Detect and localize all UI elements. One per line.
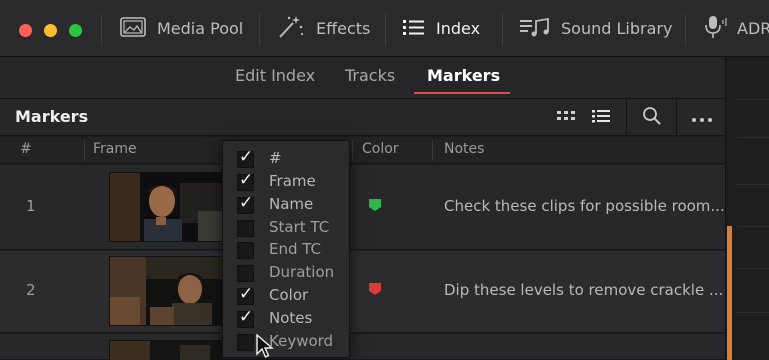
checkbox[interactable] bbox=[237, 265, 254, 282]
table-column-header: # Frame Color Notes bbox=[0, 137, 725, 164]
menu-item-label: Notes bbox=[269, 309, 313, 327]
marker-frame-thumbnail[interactable] bbox=[109, 340, 225, 360]
header-divider bbox=[676, 99, 677, 136]
side-divider bbox=[737, 268, 769, 269]
search-button[interactable] bbox=[634, 99, 670, 136]
menu-item-label: # bbox=[269, 149, 282, 167]
menu-item-label: Start TC bbox=[269, 218, 330, 236]
menu-item-duration[interactable]: Duration bbox=[223, 262, 351, 284]
column-visibility-menu: ✓ # ✓ Frame ✓ Name Start TC End TC Durat… bbox=[222, 140, 350, 358]
close-window-button[interactable] bbox=[19, 24, 32, 37]
toolbar-index-label: Index bbox=[436, 19, 481, 38]
column-divider[interactable] bbox=[432, 140, 433, 161]
more-options-icon bbox=[691, 108, 713, 127]
menu-item-keyword[interactable]: Keyword bbox=[223, 331, 351, 353]
toolbar-sound-library-label: Sound Library bbox=[561, 19, 673, 38]
header-divider bbox=[626, 99, 627, 136]
menu-item-end-tc[interactable]: End TC bbox=[223, 239, 351, 261]
tab-edit-index[interactable]: Edit Index bbox=[235, 57, 315, 99]
toolbar-divider bbox=[685, 14, 686, 46]
grid-view-button[interactable] bbox=[549, 99, 583, 136]
row-number: 1 bbox=[26, 197, 36, 215]
marker-frame-thumbnail[interactable] bbox=[109, 256, 225, 326]
toolbar-divider bbox=[259, 14, 260, 46]
marker-frame-thumbnail[interactable] bbox=[109, 172, 225, 242]
side-divider bbox=[737, 137, 769, 138]
column-divider[interactable] bbox=[84, 140, 85, 161]
more-options-button[interactable] bbox=[683, 99, 721, 136]
microphone-icon bbox=[703, 14, 729, 44]
side-divider bbox=[737, 99, 769, 100]
effects-wand-icon bbox=[276, 14, 306, 44]
table-row[interactable]: 2 Dip these levels to remove crackle ... bbox=[0, 251, 725, 333]
markers-panel-header: Markers bbox=[0, 99, 725, 136]
menu-item-frame[interactable]: ✓ Frame bbox=[223, 170, 351, 193]
menu-item-label: Color bbox=[269, 286, 309, 304]
media-pool-icon bbox=[119, 16, 147, 42]
toolbar-effects-label: Effects bbox=[316, 19, 371, 38]
menu-item-notes[interactable]: ✓ Notes bbox=[223, 307, 351, 330]
tab-tracks[interactable]: Tracks bbox=[345, 57, 395, 99]
checkmark-icon: ✓ bbox=[239, 193, 254, 213]
list-view-button[interactable] bbox=[584, 99, 618, 136]
table-row[interactable]: 1 Check these clips for possible room... bbox=[0, 165, 725, 250]
checkbox[interactable] bbox=[237, 242, 254, 259]
toolbar-divider bbox=[502, 14, 503, 46]
menu-item-label: Duration bbox=[269, 263, 335, 281]
toolbar-divider bbox=[385, 14, 386, 46]
top-toolbar: Media Pool Effects Index Sound Library A… bbox=[0, 0, 769, 57]
zoom-window-button[interactable] bbox=[69, 24, 82, 37]
menu-item-color[interactable]: ✓ Color bbox=[223, 284, 351, 307]
menu-item-label: End TC bbox=[269, 240, 322, 258]
marker-range-bar bbox=[727, 226, 732, 360]
checkmark-icon: ✓ bbox=[239, 170, 254, 190]
row-notes: Dip these levels to remove crackle ... bbox=[444, 281, 724, 299]
index-subtabs: Edit Index Tracks Markers bbox=[0, 57, 725, 99]
side-divider bbox=[737, 184, 769, 185]
mouse-pointer-icon bbox=[256, 334, 274, 358]
toolbar-effects-button[interactable]: Effects bbox=[276, 0, 370, 57]
color-marker-green-icon bbox=[369, 199, 381, 211]
active-tab-underline bbox=[414, 92, 510, 94]
column-color-header[interactable]: Color bbox=[362, 141, 399, 157]
toolbar-media-pool-button[interactable]: Media Pool bbox=[119, 0, 243, 57]
toolbar-media-pool-label: Media Pool bbox=[157, 19, 244, 38]
list-view-icon bbox=[591, 108, 611, 128]
row-notes: Check these clips for possible room... bbox=[444, 197, 725, 215]
index-list-icon bbox=[402, 17, 426, 41]
column-number-header[interactable]: # bbox=[20, 141, 32, 157]
toolbar-divider bbox=[101, 14, 102, 46]
checkmark-icon: ✓ bbox=[239, 284, 254, 304]
sound-library-icon bbox=[519, 16, 551, 42]
column-divider[interactable] bbox=[352, 140, 353, 161]
toolbar-adr-button[interactable]: ADR bbox=[703, 0, 769, 57]
toolbar-index-button[interactable]: Index bbox=[402, 0, 480, 57]
side-divider bbox=[737, 226, 769, 227]
menu-item-label: Keyword bbox=[269, 332, 334, 350]
menu-item-start-tc[interactable]: Start TC bbox=[223, 217, 351, 239]
minimize-window-button[interactable] bbox=[44, 24, 57, 37]
menu-item-number[interactable]: ✓ # bbox=[223, 147, 351, 170]
side-divider bbox=[737, 312, 769, 313]
table-row[interactable] bbox=[0, 334, 725, 360]
search-icon bbox=[642, 106, 662, 130]
column-notes-header[interactable]: Notes bbox=[444, 141, 484, 157]
color-marker-red-icon bbox=[369, 283, 381, 295]
checkbox[interactable] bbox=[237, 220, 254, 237]
checkmark-icon: ✓ bbox=[239, 147, 254, 167]
grid-view-icon bbox=[556, 108, 576, 127]
row-number: 2 bbox=[26, 281, 36, 299]
menu-item-label: Name bbox=[269, 195, 314, 213]
toolbar-sound-library-button[interactable]: Sound Library bbox=[519, 0, 672, 57]
markers-panel-title: Markers bbox=[15, 107, 89, 126]
checkbox[interactable] bbox=[237, 334, 254, 351]
column-frame-header[interactable]: Frame bbox=[93, 141, 137, 157]
menu-item-name[interactable]: ✓ Name bbox=[223, 193, 351, 216]
toolbar-adr-label: ADR bbox=[737, 19, 769, 38]
checkmark-icon: ✓ bbox=[239, 307, 254, 327]
menu-item-label: Frame bbox=[269, 172, 316, 190]
